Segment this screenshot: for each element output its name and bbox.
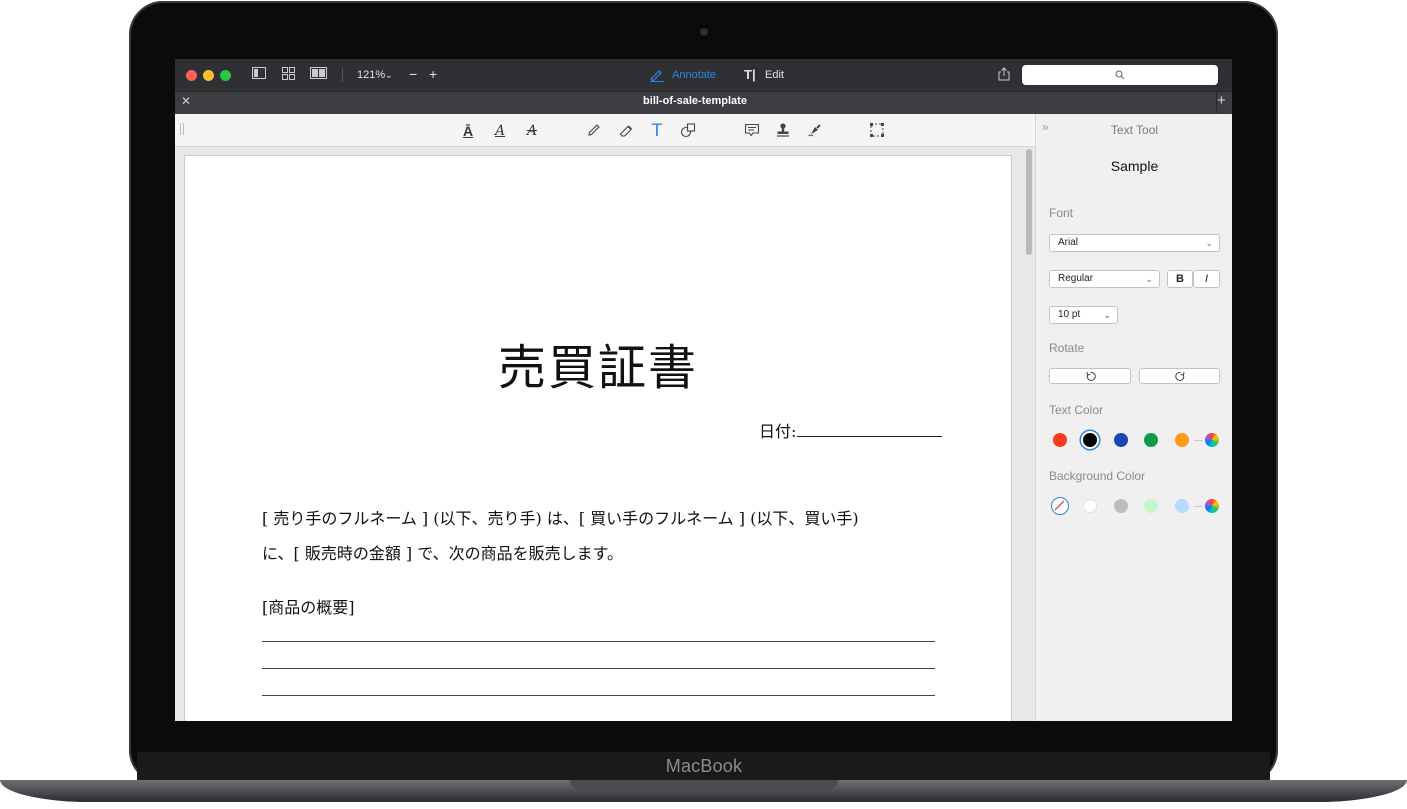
text-cursor-icon: T| (744, 67, 756, 82)
paragraph-line-1: [ 売り手のフルネーム ] (以下、売り手) は、[ 買い手のフルネーム ] (… (262, 509, 859, 528)
chevron-down-icon: ⌄ (1205, 238, 1213, 248)
bold-button[interactable]: B (1167, 270, 1193, 288)
font-section-label: Font (1049, 206, 1074, 220)
search-input[interactable] (1022, 65, 1218, 85)
blank-line (262, 668, 935, 669)
chevron-down-icon[interactable]: ⌄ (385, 67, 393, 83)
edit-mode-button[interactable]: T| Edit (744, 67, 794, 83)
zoom-out-button[interactable]: − (409, 66, 417, 82)
italic-button[interactable]: I (1193, 270, 1220, 288)
camera (700, 28, 708, 36)
toolbar-grip[interactable] (180, 123, 184, 135)
font-size-value: 10 pt (1058, 309, 1081, 320)
document-title: 売買証書 (497, 340, 698, 396)
blank-line (262, 695, 935, 696)
font-style-value: Regular (1058, 273, 1094, 284)
color-swatch[interactable] (1114, 499, 1128, 513)
section-heading: [商品の概要] (262, 598, 355, 617)
annotate-label: Annotate (672, 69, 717, 81)
stamp-icon[interactable] (774, 122, 792, 140)
document-page[interactable]: 売買証書 日付: [ 売り手のフルネーム ] (以下、売り手) は、[ 買い手の… (184, 155, 1012, 721)
vertical-scrollbar[interactable] (1026, 149, 1032, 255)
two-page-icon[interactable] (309, 67, 327, 83)
text-tool-icon[interactable]: T (648, 122, 666, 140)
color-swatch[interactable] (1114, 433, 1128, 447)
rotate-left-button[interactable] (1049, 368, 1131, 384)
new-tab-button[interactable]: + (1217, 92, 1226, 109)
text-tool-inspector: » Text Tool Sample Font Arial ⌄ Regular … (1035, 114, 1232, 721)
date-label: 日付: (759, 422, 797, 441)
paragraph-line-2: に、[ 販売時の金額 ] で、次の商品を販売します。 (262, 544, 624, 563)
zoom-level[interactable]: 121% (357, 67, 385, 83)
font-style-select[interactable]: Regular ⌄ (1049, 270, 1160, 288)
font-size-select[interactable]: 10 pt ⌄ (1049, 306, 1118, 324)
swatch-separator (1194, 440, 1203, 441)
strikethrough-icon[interactable]: A (523, 122, 541, 140)
font-sample: Sample (1110, 158, 1159, 174)
inspector-title: Text Tool (1110, 123, 1159, 137)
thumbnails-icon[interactable] (280, 67, 296, 83)
background-color-section-label: Background Color (1049, 469, 1146, 483)
toolbar-divider (342, 68, 343, 82)
color-swatch[interactable] (1083, 433, 1097, 447)
color-swatch[interactable] (1083, 499, 1097, 513)
color-swatch[interactable] (1144, 499, 1158, 513)
rotate-section-label: Rotate (1049, 341, 1085, 355)
rotate-right-icon (1175, 371, 1185, 381)
font-family-value: Arial (1058, 237, 1079, 248)
color-swatch[interactable] (1053, 433, 1067, 447)
edit-label: Edit (765, 69, 784, 81)
shapes-icon[interactable] (679, 122, 697, 140)
blank-line (262, 641, 935, 642)
highlight-text-icon[interactable]: Ā (459, 122, 477, 140)
font-family-select[interactable]: Arial ⌄ (1049, 234, 1220, 252)
color-swatch[interactable] (1144, 433, 1158, 447)
zoom-in-button[interactable]: + (429, 66, 437, 82)
no-color-swatch[interactable] (1051, 497, 1069, 515)
minimize-window-button[interactable] (203, 70, 214, 81)
sidebar-icon[interactable] (251, 67, 267, 83)
close-window-button[interactable] (186, 70, 197, 81)
date-field-line (797, 436, 942, 437)
rotate-right-button[interactable] (1139, 368, 1220, 384)
eraser-icon[interactable] (617, 122, 635, 140)
swatch-separator (1194, 506, 1203, 507)
selection-icon[interactable] (868, 122, 886, 140)
tab-title[interactable]: bill-of-sale-template (175, 95, 1215, 107)
zoom-window-button[interactable] (220, 70, 231, 81)
underline-text-icon[interactable]: A (491, 122, 509, 140)
note-icon[interactable] (743, 122, 761, 140)
rotate-left-icon (1086, 371, 1096, 381)
text-color-section-label: Text Color (1049, 403, 1104, 417)
color-swatch[interactable] (1175, 433, 1189, 447)
pen-icon (650, 70, 664, 82)
pencil-icon[interactable] (585, 122, 603, 140)
share-icon[interactable] (996, 67, 1012, 83)
laptop-notch (570, 780, 838, 790)
color-wheel-icon[interactable] (1205, 499, 1219, 513)
screen: 121% ⌄ − + Annotate T| Edit ✕ bill-of-sa… (175, 59, 1232, 721)
signature-icon[interactable] (806, 122, 824, 140)
chevron-down-icon: ⌄ (1145, 274, 1153, 284)
color-wheel-icon[interactable] (1205, 433, 1219, 447)
annotation-toolbar (175, 114, 1035, 147)
annotate-mode-button[interactable]: Annotate (649, 67, 723, 83)
brand-label: MacBook (665, 756, 743, 776)
color-swatch[interactable] (1175, 499, 1189, 513)
chevron-down-icon: ⌄ (1103, 310, 1111, 320)
search-icon (1115, 70, 1125, 80)
